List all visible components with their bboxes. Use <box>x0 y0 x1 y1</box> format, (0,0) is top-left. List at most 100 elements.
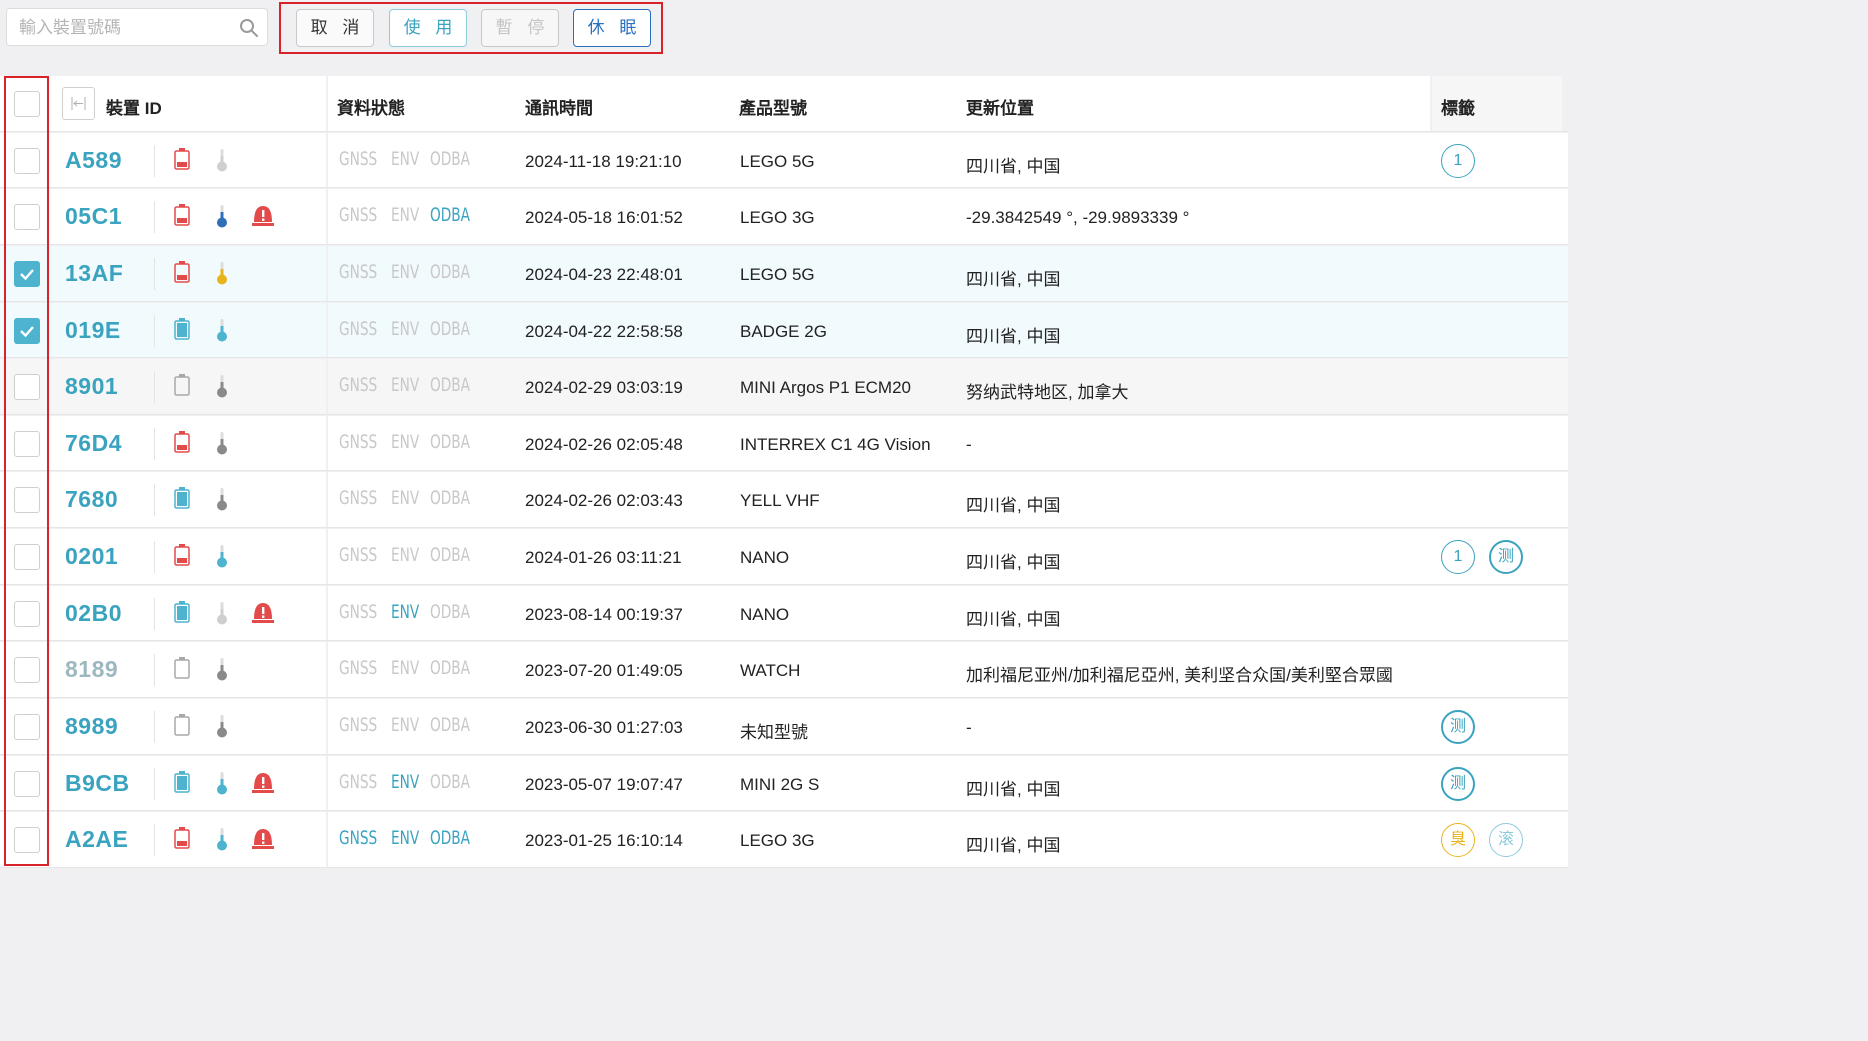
sleep-button[interactable]: 休 眠 <box>573 9 651 47</box>
update-location: -29.3842549 °, -29.9893339 ° <box>966 208 1190 227</box>
row-select-checkbox[interactable] <box>14 827 40 853</box>
battery-icon <box>172 770 192 801</box>
device-id[interactable]: 05C1 <box>65 203 122 230</box>
table-row[interactable]: A2AE GNSS ENV ODBA 2023-01-25 16:10:14 LEGO 3… <box>0 812 1568 868</box>
comm-time: 2024-02-26 02:03:43 <box>525 491 683 510</box>
row-right-bg <box>328 246 1568 302</box>
table-row[interactable]: 8901 GNSS ENV ODBA 2024-02-29 03:03:19 MINI A… <box>0 359 1568 415</box>
row-select-checkbox[interactable] <box>14 374 40 400</box>
row-select-checkbox[interactable] <box>14 148 40 174</box>
row-select-checkbox[interactable] <box>14 771 40 797</box>
device-id[interactable]: 02B0 <box>65 600 122 627</box>
status-env: ENV <box>391 431 420 453</box>
header-tags[interactable]: 標籤 <box>1441 94 1475 119</box>
row-select-checkbox[interactable] <box>14 601 40 627</box>
device-id[interactable]: B9CB <box>65 770 130 797</box>
device-id[interactable]: 019E <box>65 317 121 344</box>
tag-badge[interactable]: 滚 <box>1489 823 1523 857</box>
column-separator <box>154 541 155 573</box>
column-separator <box>154 428 155 460</box>
table-row[interactable]: B9CB GNSS ENV ODBA 2023-05-07 19:07:47 MINI 2… <box>0 756 1568 811</box>
cancel-button[interactable]: 取 消 <box>296 9 374 47</box>
row-select-checkbox[interactable] <box>14 431 40 457</box>
table-row[interactable]: 76D4 GNSS ENV ODBA 2024-02-26 02:05:48 INTERR… <box>0 416 1568 471</box>
table-row[interactable]: 7680 GNSS ENV ODBA 2024-02-26 02:03:43 YELL V… <box>0 472 1568 528</box>
row-right-bg <box>328 303 1568 358</box>
row-select-checkbox[interactable] <box>14 657 40 683</box>
row-divider <box>0 754 1568 755</box>
status-env: ENV <box>391 204 420 226</box>
collapse-icon <box>71 97 86 110</box>
product-model: BADGE 2G <box>740 322 827 341</box>
row-left-bg <box>0 133 326 188</box>
update-location: 努纳武特地区, 加拿大 <box>966 383 1129 402</box>
device-search-input[interactable] <box>17 16 231 40</box>
status-gnss: GNSS <box>339 601 378 623</box>
battery-icon <box>172 147 192 178</box>
tag-badge[interactable]: 测 <box>1489 540 1523 574</box>
header-comm-time[interactable]: 通訊時間 <box>525 94 593 119</box>
header-model[interactable]: 產品型號 <box>739 94 807 119</box>
device-id[interactable]: 8901 <box>65 373 118 400</box>
pause-button[interactable]: 暫 停 <box>481 9 559 47</box>
row-select-checkbox[interactable] <box>14 318 40 344</box>
row-right-bg <box>328 416 1568 471</box>
device-id[interactable]: 7680 <box>65 486 118 513</box>
row-divider <box>0 697 1568 698</box>
row-left-bg <box>0 586 326 641</box>
row-left-bg <box>0 359 326 415</box>
table-row[interactable]: 0201 GNSS ENV ODBA 2024-01-26 03:11:21 NANO 四川… <box>0 529 1568 585</box>
search-icon[interactable] <box>239 18 259 43</box>
table-row[interactable]: 8989 GNSS ENV ODBA 2023-06-30 01:27:03 未知型號 - 测 <box>0 699 1568 755</box>
row-left-bg <box>0 472 326 528</box>
tag-badge[interactable]: 测 <box>1441 767 1475 801</box>
tag-badge[interactable]: 臭 <box>1441 823 1475 857</box>
device-id[interactable]: A2AE <box>65 826 128 853</box>
table-row[interactable]: 8189 GNSS ENV ODBA 2023-07-20 01:49:05 WATCH 加… <box>0 642 1568 698</box>
row-right-bg <box>328 529 1568 585</box>
thermometer-icon <box>214 543 230 574</box>
header-location[interactable]: 更新位置 <box>966 94 1034 119</box>
thermometer-icon <box>214 430 230 461</box>
tag-badge[interactable]: 1 <box>1441 540 1475 574</box>
header-data-status[interactable]: 資料狀態 <box>337 94 405 119</box>
row-select-checkbox[interactable] <box>14 204 40 230</box>
use-button[interactable]: 使 用 <box>389 9 467 47</box>
select-all-checkbox[interactable] <box>14 91 40 117</box>
collapse-columns-button[interactable] <box>62 87 95 120</box>
device-search[interactable] <box>6 8 268 46</box>
table-row[interactable]: 05C1 GNSS ENV ODBA 2024-05-18 16:01:52 LEGO 3… <box>0 189 1568 245</box>
tag-badge[interactable]: 测 <box>1441 710 1475 744</box>
header-device-id[interactable]: 裝置 ID <box>106 94 162 119</box>
row-right-bg <box>328 189 1568 245</box>
row-select-checkbox[interactable] <box>14 714 40 740</box>
toolbar: 取 消 使 用 暫 停 休 眠 <box>0 0 1568 58</box>
battery-icon <box>172 713 192 744</box>
table-row[interactable]: 019E GNSS ENV ODBA 2024-04-22 22:58:58 BADGE … <box>0 303 1568 358</box>
status-env: ENV <box>391 261 420 283</box>
battery-icon <box>172 260 192 291</box>
device-id[interactable]: 8989 <box>65 713 118 740</box>
device-id[interactable]: 76D4 <box>65 430 122 457</box>
status-odba: ODBA <box>430 431 471 453</box>
comm-time: 2024-02-29 03:03:19 <box>525 378 683 397</box>
check-icon <box>20 269 34 281</box>
row-left-bg <box>0 246 326 302</box>
tag-badge[interactable]: 1 <box>1441 144 1475 178</box>
table-row[interactable]: A589 GNSS ENV ODBA 2024-11-18 19:21:10 LEGO 5… <box>0 133 1568 188</box>
device-id[interactable]: A589 <box>65 147 122 174</box>
row-select-checkbox[interactable] <box>14 261 40 287</box>
table-row[interactable]: 13AF GNSS ENV ODBA 2024-04-23 22:48:01 LEGO 5… <box>0 246 1568 302</box>
device-id[interactable]: 13AF <box>65 260 123 287</box>
device-id[interactable]: 0201 <box>65 543 118 570</box>
update-location: 四川省, 中国 <box>966 270 1061 289</box>
status-env: ENV <box>391 148 420 170</box>
row-select-checkbox[interactable] <box>14 544 40 570</box>
battery-icon <box>172 600 192 631</box>
row-left-bg <box>0 756 326 811</box>
row-divider <box>0 810 1568 811</box>
row-select-checkbox[interactable] <box>14 487 40 513</box>
table-row[interactable]: 02B0 GNSS ENV ODBA 2023-08-14 00:19:37 NANO 四川… <box>0 586 1568 641</box>
row-divider <box>0 357 1568 358</box>
device-id[interactable]: 8189 <box>65 656 118 683</box>
